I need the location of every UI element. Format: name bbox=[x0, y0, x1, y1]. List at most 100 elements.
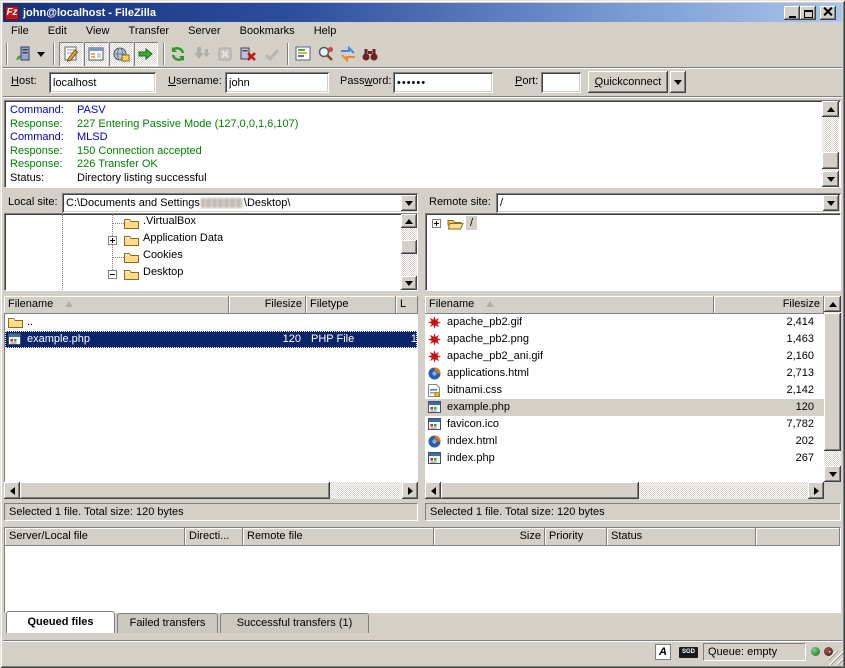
scroll-down-button[interactable] bbox=[824, 466, 841, 482]
site-manager-button[interactable] bbox=[12, 43, 34, 65]
scroll-right-button[interactable] bbox=[402, 482, 418, 499]
queue-column-direction[interactable]: Directi... bbox=[185, 528, 243, 546]
log-scrollbar[interactable] bbox=[822, 101, 839, 187]
folder-icon bbox=[124, 251, 139, 263]
transfer-type-indicator[interactable]: A bbox=[655, 644, 671, 660]
remote-column-filename[interactable]: Filename bbox=[425, 296, 714, 314]
directory-comparison-button[interactable] bbox=[315, 43, 337, 65]
remote-row[interactable]: favicon.ico 7,782 bbox=[425, 416, 824, 433]
remote-list-scrollbar[interactable] bbox=[824, 296, 841, 482]
remote-row[interactable]: index.php 267 bbox=[425, 450, 824, 467]
local-list-hscrollbar[interactable] bbox=[4, 482, 418, 499]
directory-listing-filters-button[interactable] bbox=[292, 43, 314, 65]
scrollbar-thumb[interactable] bbox=[441, 482, 639, 499]
scrollbar-thumb[interactable] bbox=[401, 240, 417, 254]
tree-item-desktop[interactable]: Desktop bbox=[143, 266, 183, 278]
cancel-operation-button[interactable] bbox=[214, 43, 236, 65]
menu-bookmarks[interactable]: Bookmarks bbox=[232, 22, 303, 41]
toggle-transfer-queue-button[interactable] bbox=[134, 42, 158, 66]
toggle-message-log-button[interactable] bbox=[59, 42, 83, 66]
quickconnect-button[interactable]: Quickconnect bbox=[588, 71, 668, 93]
local-column-lastmodified[interactable]: L bbox=[396, 296, 418, 314]
remote-site-combo[interactable]: / bbox=[496, 193, 841, 213]
tab-queued-files[interactable]: Queued files bbox=[6, 611, 115, 633]
close-button[interactable] bbox=[820, 6, 836, 20]
synchronized-browsing-button[interactable] bbox=[337, 43, 359, 65]
host-input[interactable] bbox=[49, 72, 156, 93]
tree-item-root[interactable]: / bbox=[466, 216, 477, 230]
local-site-dropdown-button[interactable] bbox=[401, 195, 417, 211]
tree-item-cookies[interactable]: Cookies bbox=[143, 249, 183, 261]
queue-column-remote-file[interactable]: Remote file bbox=[243, 528, 434, 546]
scroll-down-button[interactable] bbox=[401, 276, 417, 290]
speedlimit-badge-icon[interactable]: SGD bbox=[679, 647, 698, 658]
scrollbar-thumb[interactable] bbox=[822, 152, 839, 169]
local-column-filesize[interactable]: Filesize bbox=[229, 296, 306, 314]
pane-splitter[interactable] bbox=[418, 193, 425, 521]
remote-column-filesize[interactable]: Filesize bbox=[714, 296, 824, 314]
remote-row[interactable]: apache_pb2_ani.gif 2,160 bbox=[425, 348, 824, 365]
toggle-remote-tree-button[interactable] bbox=[109, 42, 133, 66]
expand-icon[interactable] bbox=[108, 236, 117, 245]
tab-successful-transfers[interactable]: Successful transfers (1) bbox=[220, 613, 369, 633]
remote-row[interactable]: apache_pb2.gif 2,414 bbox=[425, 314, 824, 331]
remote-row[interactable]: applications.html 2,713 bbox=[425, 365, 824, 382]
apache-image-icon bbox=[428, 333, 441, 346]
disconnect-button[interactable] bbox=[237, 43, 259, 65]
find-files-button[interactable] bbox=[359, 43, 381, 65]
queue-column-status[interactable]: Status bbox=[607, 528, 756, 546]
scrollbar-thumb[interactable] bbox=[824, 313, 841, 451]
remote-site-dropdown-button[interactable] bbox=[823, 195, 839, 211]
menu-view[interactable]: View bbox=[78, 22, 118, 41]
queue-column-blank[interactable] bbox=[756, 528, 840, 546]
tree-item-virtualbox[interactable]: .VirtualBox bbox=[143, 215, 196, 227]
menubar: File Edit View Transfer Server Bookmarks… bbox=[3, 22, 842, 41]
expand-icon[interactable] bbox=[432, 219, 441, 228]
minimize-button[interactable] bbox=[784, 6, 800, 20]
remote-row[interactable]: index.html 202 bbox=[425, 433, 824, 450]
local-column-filetype[interactable]: Filetype bbox=[306, 296, 396, 314]
scroll-up-button[interactable] bbox=[401, 214, 417, 228]
scroll-right-button[interactable] bbox=[808, 482, 824, 499]
scroll-left-button[interactable] bbox=[4, 482, 20, 499]
menu-transfer[interactable]: Transfer bbox=[121, 22, 178, 41]
local-column-filename[interactable]: Filename bbox=[4, 296, 229, 314]
queue-column-size[interactable]: Size bbox=[434, 528, 545, 546]
menu-help[interactable]: Help bbox=[306, 22, 345, 41]
file-size: 2,414 bbox=[714, 314, 814, 331]
scroll-down-button[interactable] bbox=[822, 171, 839, 187]
reconnect-button[interactable] bbox=[261, 43, 283, 65]
local-site-combo[interactable]: C:\Documents and Settings\Desktop\ bbox=[62, 193, 418, 213]
scroll-left-button[interactable] bbox=[425, 482, 441, 499]
remote-row[interactable]: apache_pb2.png 1,463 bbox=[425, 331, 824, 348]
scroll-up-button[interactable] bbox=[822, 101, 839, 117]
remote-row[interactable]: bitnami.css 2,142 bbox=[425, 382, 824, 399]
resize-grip[interactable] bbox=[829, 651, 843, 665]
local-row-parent-dir[interactable]: .. bbox=[5, 314, 417, 331]
scrollbar-thumb[interactable] bbox=[20, 482, 330, 499]
menu-edit[interactable]: Edit bbox=[40, 22, 75, 41]
username-input[interactable] bbox=[225, 72, 329, 93]
local-row-example-php[interactable]: example.php 120 PHP File 1 bbox=[5, 331, 417, 348]
maximize-button[interactable] bbox=[800, 6, 816, 20]
menu-server[interactable]: Server bbox=[180, 22, 228, 41]
remote-list-hscrollbar[interactable] bbox=[425, 482, 824, 499]
collapse-icon[interactable] bbox=[108, 270, 117, 279]
process-queue-button[interactable] bbox=[191, 43, 213, 65]
site-manager-dropdown-button[interactable] bbox=[34, 43, 48, 65]
scroll-up-button[interactable] bbox=[824, 296, 841, 312]
local-tree-scrollbar[interactable] bbox=[401, 214, 417, 290]
tree-item-application-data[interactable]: Application Data bbox=[143, 232, 223, 244]
tab-failed-transfers[interactable]: Failed transfers bbox=[117, 613, 218, 633]
password-input[interactable] bbox=[393, 72, 493, 93]
refresh-button[interactable] bbox=[167, 43, 189, 65]
menu-file[interactable]: File bbox=[3, 22, 37, 41]
toggle-local-tree-button[interactable] bbox=[84, 42, 108, 66]
queue-column-server-local-file[interactable]: Server/Local file bbox=[5, 528, 185, 546]
remote-row-selected[interactable]: example.php 120 bbox=[425, 399, 824, 416]
queue-column-priority[interactable]: Priority bbox=[545, 528, 607, 546]
port-input[interactable] bbox=[541, 72, 581, 93]
arrow-right-icon bbox=[408, 487, 413, 495]
maximize-icon bbox=[804, 10, 813, 18]
quickconnect-dropdown-button[interactable] bbox=[670, 71, 686, 93]
